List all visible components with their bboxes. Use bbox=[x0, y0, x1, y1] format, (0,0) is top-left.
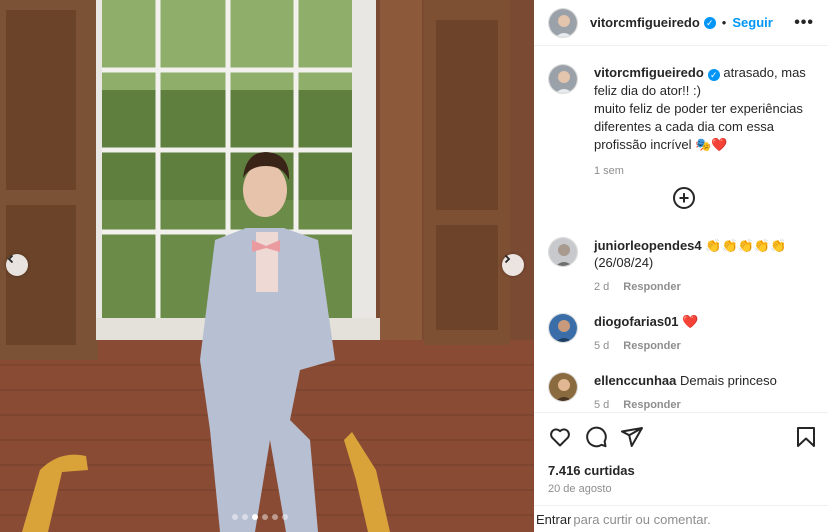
comment-icon[interactable] bbox=[584, 425, 608, 449]
plus-icon: + bbox=[678, 188, 690, 208]
caption-line-2: muito feliz de poder ter experiências di… bbox=[594, 101, 803, 152]
comment-username[interactable]: juniorleopendes4 bbox=[594, 238, 702, 253]
previous-slide-button[interactable] bbox=[6, 254, 28, 276]
comment-age[interactable]: 5 d bbox=[594, 399, 609, 411]
reply-button[interactable]: Responder bbox=[623, 340, 680, 352]
carousel-dot bbox=[242, 514, 248, 520]
caption-text-block: vitorcmfigueiredo ✓ atrasado, mas feliz d… bbox=[594, 64, 818, 180]
comment-meta: 2 d Responder bbox=[594, 279, 818, 296]
chevron-left-icon bbox=[7, 254, 14, 264]
follow-button[interactable]: Seguir bbox=[732, 15, 772, 30]
comment-age[interactable]: 2 d bbox=[594, 281, 609, 293]
bookmark-icon[interactable] bbox=[794, 425, 818, 449]
caption-username[interactable]: vitorcmfigueiredo bbox=[594, 65, 704, 80]
author-username[interactable]: vitorcmfigueiredo bbox=[590, 15, 700, 30]
comment-input[interactable] bbox=[571, 506, 828, 532]
load-more-comments-button[interactable]: + bbox=[673, 187, 695, 209]
comment-body: juniorleopendes4 👏👏👏👏👏 (26/08/24) 2 d Res… bbox=[594, 237, 818, 296]
carousel-dot bbox=[262, 514, 268, 520]
likes-count[interactable]: 7.416 curtidas bbox=[548, 463, 635, 478]
next-slide-button[interactable] bbox=[502, 254, 524, 276]
commenter-avatar[interactable] bbox=[548, 372, 578, 402]
verified-badge-icon: ✓ bbox=[703, 16, 716, 29]
heart-icon[interactable] bbox=[548, 425, 572, 449]
login-link[interactable]: Entrar bbox=[534, 512, 571, 527]
comment-username[interactable]: ellenccunhaa bbox=[594, 373, 676, 388]
comment-item: juniorleopendes4 👏👏👏👏👏 (26/08/24) 2 d Res… bbox=[548, 237, 818, 296]
reply-button[interactable]: Responder bbox=[623, 399, 680, 411]
author-avatar[interactable] bbox=[548, 7, 578, 38]
comment-input-row: Entrar bbox=[534, 505, 828, 532]
comment-text: Demais princeso bbox=[680, 373, 777, 388]
commenter-avatar[interactable] bbox=[548, 313, 578, 343]
avatar-image bbox=[549, 8, 577, 37]
avatar-image bbox=[549, 373, 577, 401]
verified-badge-icon: ✓ bbox=[707, 69, 720, 81]
comment-meta: 5 d Responder bbox=[594, 338, 698, 355]
commenter-avatar[interactable] bbox=[548, 237, 578, 267]
post-details-panel: vitorcmfigueiredo ✓ • Seguir ••• vitorcm… bbox=[534, 0, 828, 532]
comment-text: ❤️ bbox=[682, 314, 699, 329]
action-icons-row bbox=[548, 425, 818, 451]
caption-timestamp[interactable]: 1 sem bbox=[594, 162, 818, 180]
caption-author-avatar[interactable] bbox=[548, 64, 578, 94]
comment-age[interactable]: 5 d bbox=[594, 340, 609, 352]
avatar-image bbox=[549, 65, 577, 93]
share-icon[interactable] bbox=[620, 425, 644, 449]
carousel-indicator bbox=[232, 514, 288, 520]
comment-body: diogofarias01 ❤️ 5 d Responder bbox=[594, 313, 698, 355]
comment-item: ellenccunhaa Demais princeso 5 d Responde… bbox=[548, 372, 818, 414]
reply-button[interactable]: Responder bbox=[623, 281, 680, 293]
post-photo[interactable] bbox=[0, 0, 534, 532]
carousel-dot bbox=[252, 514, 258, 520]
instagram-post-modal: vitorcmfigueiredo ✓ • Seguir ••• vitorcm… bbox=[0, 0, 828, 532]
separator-dot: • bbox=[721, 15, 727, 30]
carousel-dot bbox=[282, 514, 288, 520]
more-options-icon[interactable]: ••• bbox=[794, 14, 814, 32]
avatar-image bbox=[549, 314, 577, 342]
comment-body: ellenccunhaa Demais princeso 5 d Responde… bbox=[594, 372, 777, 414]
carousel-dot bbox=[272, 514, 278, 520]
comment-username[interactable]: diogofarias01 bbox=[594, 314, 679, 329]
avatar-image bbox=[549, 238, 577, 266]
post-caption: vitorcmfigueiredo ✓ atrasado, mas feliz d… bbox=[548, 64, 818, 180]
chevron-right-icon bbox=[504, 254, 511, 264]
post-header: vitorcmfigueiredo ✓ • Seguir ••• bbox=[534, 0, 828, 46]
post-actions-section: 7.416 curtidas 20 de agosto Entrar bbox=[534, 412, 828, 532]
photo-illustration bbox=[0, 0, 534, 532]
comment-item: diogofarias01 ❤️ 5 d Responder bbox=[548, 313, 818, 355]
carousel-dot bbox=[232, 514, 238, 520]
post-date[interactable]: 20 de agosto bbox=[548, 483, 612, 495]
